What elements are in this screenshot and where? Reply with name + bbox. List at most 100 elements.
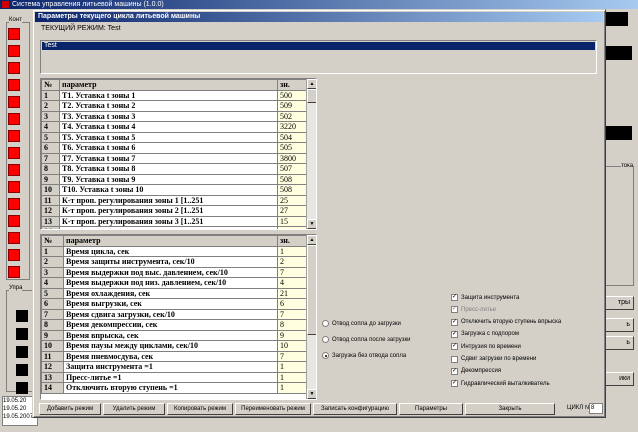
checkbox-icon[interactable]	[451, 355, 458, 363]
row-value[interactable]: 500	[277, 89, 308, 101]
table-row[interactable]: 9 T9. Уставка t зоны 9 508	[41, 173, 308, 185]
option-checkbox[interactable]: ✓ Защита инструмента	[451, 294, 519, 301]
row-value[interactable]: 507	[277, 163, 308, 175]
row-value[interactable]: 7	[277, 350, 308, 362]
temperature-table[interactable]: № параметр зн. 1 T1. Уставка t зоны 1 500 2…	[40, 78, 317, 230]
row-value[interactable]: 7	[277, 308, 308, 320]
table-row[interactable]: 11 К-т проп. регулирования зоны 1 [1..251…	[41, 194, 308, 206]
close-button[interactable]: Закрыть	[465, 403, 555, 415]
temp-table-scrollbar[interactable]: ▲ ▼	[306, 79, 316, 229]
checkbox-icon[interactable]: ✓	[451, 380, 458, 388]
row-value[interactable]: 15	[277, 215, 308, 227]
option-checkbox[interactable]: ✓ Декомпрессия	[451, 367, 501, 375]
row-value[interactable]: 4	[277, 277, 308, 289]
bg-button[interactable]: ь	[604, 318, 634, 332]
row-value[interactable]: 502	[277, 110, 308, 122]
table-row[interactable]: 10 T10. Уставка t зоны 10 508	[41, 184, 308, 196]
checkbox-icon[interactable]: ✓	[451, 343, 458, 351]
table-row[interactable]: 6 Время выгрузки, сек 6	[41, 298, 308, 310]
option-checkbox[interactable]: ✓ Интрузия по времени	[451, 343, 521, 351]
table-row[interactable]: 7 Время сдвига загрузки, сек/10 7	[41, 308, 308, 320]
timing-table-scrollbar[interactable]: ▲ ▼	[306, 235, 316, 399]
row-value[interactable]: 1	[277, 382, 308, 394]
table-row[interactable]: 5 Время охлаждения, сек 21	[41, 287, 308, 299]
checkbox-icon[interactable]: ✓	[451, 367, 458, 375]
row-value[interactable]: 6	[277, 298, 308, 310]
row-value[interactable]: 2	[277, 256, 308, 268]
row-value[interactable]: 21	[277, 287, 308, 299]
row-value[interactable]: 508	[277, 173, 308, 185]
checkbox-icon[interactable]: ✓	[451, 294, 458, 301]
scroll-down-icon[interactable]: ▼	[307, 389, 316, 399]
table-row[interactable]: 9 Время впрыска, сек 9	[41, 329, 308, 341]
params-button[interactable]: Параметры	[399, 403, 463, 415]
col-header-value[interactable]: зн.	[277, 79, 308, 91]
row-value[interactable]: 508	[277, 184, 308, 196]
option-checkbox[interactable]: Сдвиг загрузки по времени	[451, 355, 536, 363]
nozzle-mode-radio[interactable]: Отвод сопла после загрузки	[322, 336, 410, 343]
copy-mode-button[interactable]: Копировать режим	[167, 403, 233, 415]
scroll-thumb[interactable]	[307, 89, 316, 103]
table-row[interactable]: 8 T8. Уставка t зоны 8 507	[41, 163, 308, 175]
radio-circle-icon[interactable]	[322, 320, 329, 327]
table-row[interactable]: 10 Время паузы между циклами, сек/10 10	[41, 340, 308, 352]
row-value[interactable]: 25	[277, 194, 308, 206]
table-row[interactable]: 13 К-т проп. регулирования зоны 3 [1..251…	[41, 215, 308, 227]
scroll-down-icon[interactable]: ▼	[307, 219, 316, 229]
row-value[interactable]: 9	[277, 329, 308, 341]
table-row[interactable]: 14 Отключить вторую ступень =1 1	[41, 382, 308, 394]
table-row[interactable]: 6 T6. Уставка t зоны 6 505	[41, 142, 308, 154]
row-value[interactable]: 509	[277, 100, 308, 112]
checkbox-icon[interactable]: ✓	[451, 318, 458, 326]
radio-circle-icon[interactable]	[322, 336, 329, 343]
checkbox-icon[interactable]: ✓	[451, 306, 458, 314]
table-row[interactable]: 1 Время цикла, сек 1	[41, 245, 308, 257]
row-value[interactable]: 10	[277, 340, 308, 352]
table-row[interactable]: 4 T4. Уставка t зоны 4 3220	[41, 121, 308, 133]
option-checkbox[interactable]: ✓ Загрузка с подпором	[451, 330, 519, 338]
table-row[interactable]: 12 К-т проп. регулирования зоны 2 [1..251…	[41, 205, 308, 217]
radio-circle-icon[interactable]	[322, 352, 329, 359]
add-mode-button[interactable]: Добавить режим	[39, 403, 101, 415]
table-row[interactable]: 7 T7. Уставка t зоны 7 3800	[41, 152, 308, 164]
bg-button[interactable]: ь	[604, 336, 634, 350]
table-row[interactable]: 11 Время пневмосдува, сек 7	[41, 350, 308, 362]
row-value[interactable]: 7	[277, 266, 308, 278]
cycle-number-field[interactable]: 8	[589, 403, 603, 414]
table-row[interactable]: 1 T1. Уставка t зоны 1 500	[41, 89, 308, 101]
bg-button[interactable]: ики	[604, 372, 634, 386]
col-header-param[interactable]: параметр	[63, 235, 278, 247]
table-row[interactable]: 4 Время выдержки под низ. давлением, сек/…	[41, 277, 308, 289]
save-config-button[interactable]: Записать конфигурацию	[313, 403, 397, 415]
timing-table[interactable]: № параметр зн. 1 Время цикла, сек 1 2 Время …	[40, 234, 317, 400]
mode-list-item-selected[interactable]: Test	[42, 42, 595, 50]
option-checkbox[interactable]: ✓ Гидравлический выталкиватель	[451, 380, 550, 388]
row-value[interactable]: 1	[277, 245, 308, 257]
row-value[interactable]: 8	[277, 319, 308, 331]
table-row[interactable]: 5 T5. Уставка t зоны 5 504	[41, 131, 308, 143]
rename-mode-button[interactable]: Переименовать режим	[235, 403, 311, 415]
row-value[interactable]: 505	[277, 142, 308, 154]
table-row[interactable]: 3 Время выдержки под выс. давлением, сек/…	[41, 266, 308, 278]
table-row[interactable]: 13 Пресс-литье =1 1	[41, 371, 308, 383]
checkbox-icon[interactable]: ✓	[451, 330, 458, 338]
delete-mode-button[interactable]: Удалить режим	[103, 403, 165, 415]
option-checkbox[interactable]: ✓ Пресс-литье	[451, 306, 496, 314]
col-header-number[interactable]: №	[41, 235, 64, 247]
table-row[interactable]: 2 T2. Уставка t зоны 2 509	[41, 100, 308, 112]
table-row[interactable]: 3 T3. Уставка t зоны 3 502	[41, 110, 308, 122]
row-value[interactable]: 27	[277, 205, 308, 217]
row-value[interactable]: 1	[277, 361, 308, 373]
table-row[interactable]: 2 Время защиты инструмента, сек/10 2	[41, 256, 308, 268]
row-value[interactable]: 1	[277, 371, 308, 383]
row-value[interactable]: 504	[277, 131, 308, 143]
col-header-param[interactable]: параметр	[59, 79, 278, 91]
nozzle-mode-radio[interactable]: Отвод сопла до загрузки	[322, 320, 401, 327]
scroll-up-icon[interactable]: ▲	[307, 235, 316, 245]
scroll-thumb[interactable]	[307, 245, 316, 335]
scroll-up-icon[interactable]: ▲	[307, 79, 316, 89]
bg-button[interactable]: тры	[604, 296, 634, 310]
mode-list[interactable]: Test	[40, 40, 597, 74]
table-row[interactable]: 8 Время декомпрессии, сек 8	[41, 319, 308, 331]
table-row[interactable]: 12 Защита инструмента =1 1	[41, 361, 308, 373]
